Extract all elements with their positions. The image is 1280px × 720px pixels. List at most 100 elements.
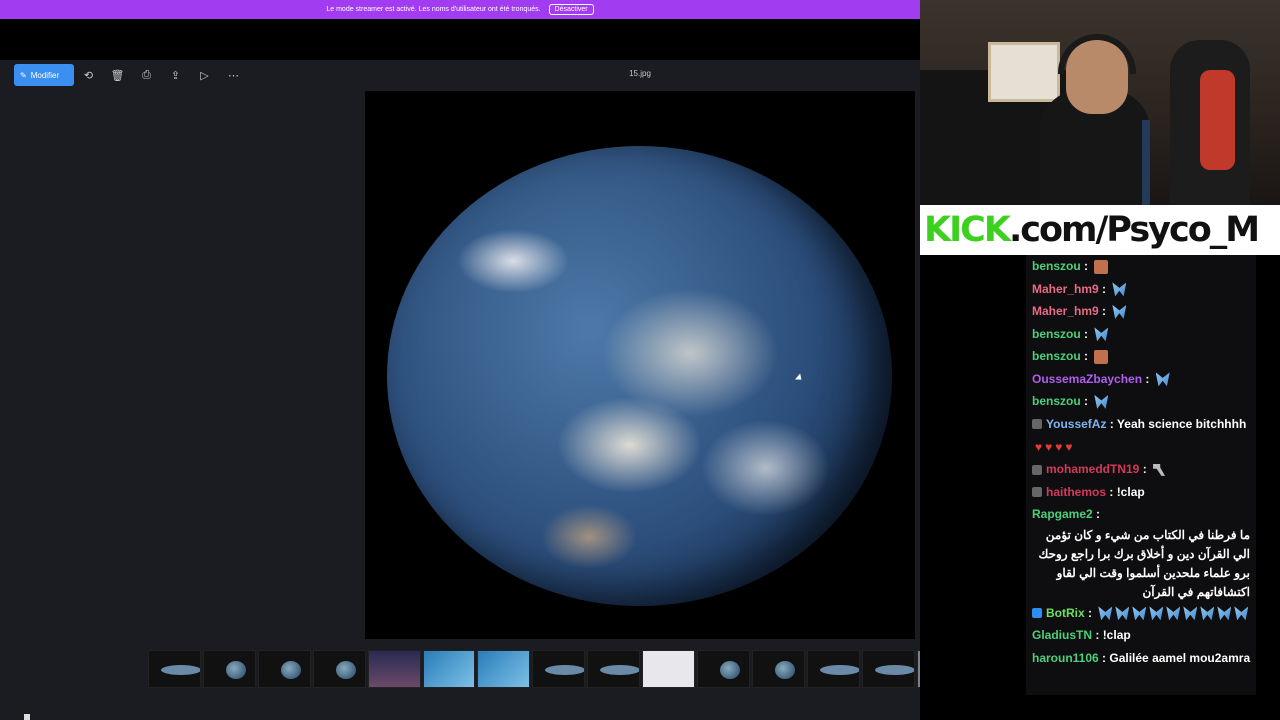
more-icon[interactable]: ⋯: [219, 64, 248, 86]
chat-message: haroun1106 : Galilée aamel mou2amra: [1032, 647, 1250, 670]
box-emote-icon: [1094, 259, 1109, 274]
chat-username[interactable]: benszou: [1032, 259, 1081, 273]
main-photo[interactable]: [365, 91, 915, 639]
chat-message: benszou :: [1032, 323, 1250, 346]
butterfly-emote-icon: [1098, 606, 1113, 621]
chat-text: Yeah science bitchhhh: [1116, 416, 1247, 431]
chat-message: YoussefAz : Yeah science bitchhhh: [1032, 413, 1250, 436]
status-bar: [0, 712, 920, 720]
butterfly-emote-icon: [1094, 394, 1109, 409]
trash-icon[interactable]: 🗑: [103, 64, 132, 86]
user-badge-icon: [1032, 487, 1042, 498]
chat-separator: :: [1080, 349, 1092, 363]
file-name: 15.jpg: [629, 69, 651, 78]
butterfly-emote-icon: [1115, 606, 1130, 621]
filmstrip-thumbnail[interactable]: [751, 650, 805, 688]
chat-username[interactable]: OussemaZbaychen: [1032, 372, 1142, 386]
butterfly-emote-icon: [1132, 606, 1147, 621]
butterfly-emote-icon: [1112, 304, 1127, 319]
chat-username[interactable]: Maher_hm9: [1032, 282, 1099, 296]
chat-username[interactable]: benszou: [1032, 349, 1081, 363]
butterfly-emote-icon: [1094, 327, 1109, 342]
chat-list[interactable]: benszou : Maher_hm9 : Maher_hm9 : benszo…: [1026, 255, 1256, 695]
streamer-mode-banner: Le mode streamer est activé. Les noms d'…: [0, 0, 920, 19]
filmstrip-thumbnail[interactable]: [697, 650, 750, 688]
slideshow-icon[interactable]: ▷: [190, 64, 219, 86]
butterfly-emote-icon: [1234, 606, 1249, 621]
chat-message: mohameddTN19 :: [1032, 458, 1250, 481]
chat-message: Maher_hm9 :: [1032, 300, 1250, 323]
webcam-feed: [920, 0, 1280, 205]
filmstrip-thumbnail[interactable]: [587, 650, 641, 688]
photo-viewer: ✎ Modifier ⟲ 🗑 ⎙ ⇪ ▷ ⋯ 15.jpg mela: [0, 60, 1134, 720]
streamer-mode-text: Le mode streamer est activé. Les noms d'…: [326, 6, 541, 13]
chat-message: OussemaZbaychen :: [1032, 368, 1250, 391]
chat-message: GladiusTN : !clap: [1032, 624, 1250, 647]
chat-separator: :: [1098, 304, 1110, 318]
chat-username[interactable]: benszou: [1032, 394, 1081, 408]
disable-streamer-mode-button[interactable]: Désactiver: [548, 4, 594, 15]
heart-icon: ♥: [1045, 439, 1053, 454]
filmstrip-thumbnail[interactable]: [861, 650, 915, 688]
kick-channel-banner: KICK.com/Psyco_M: [920, 205, 1280, 255]
chat-separator: :: [1080, 259, 1092, 273]
edit-button[interactable]: ✎ Modifier: [14, 64, 74, 86]
chat-username[interactable]: Rapgame2: [1032, 507, 1093, 521]
chat-separator: :: [1142, 371, 1153, 386]
chat-separator: :: [1092, 507, 1101, 522]
filmstrip-thumbnail[interactable]: [532, 650, 586, 688]
chat-text: !clap: [1102, 628, 1131, 643]
chat-separator: :: [1092, 628, 1103, 643]
filmstrip-thumbnail[interactable]: [642, 650, 696, 688]
chat-message: Rapgame2 : ما فرطنا في الكتاب من شيء و ك…: [1032, 503, 1250, 602]
heart-icon: ♥: [1065, 439, 1073, 454]
headset-icon: [1058, 34, 1136, 74]
gaming-chair-accent: [1200, 70, 1235, 170]
filmstrip-thumbnail[interactable]: [312, 650, 366, 688]
chat-username[interactable]: BotRix: [1046, 606, 1085, 620]
butterfly-emote-icon: [1155, 372, 1170, 387]
chat-message: benszou :: [1032, 255, 1250, 278]
chat-username[interactable]: Maher_hm9: [1032, 304, 1099, 318]
viewer-toolbar: ✎ Modifier ⟲ 🗑 ⎙ ⇪ ▷ ⋯ 15.jpg: [0, 60, 920, 90]
stop-icon[interactable]: [24, 714, 30, 720]
filmstrip-thumbnail[interactable]: [422, 650, 476, 688]
chat-username[interactable]: YoussefAz: [1046, 417, 1106, 431]
filmstrip-thumbnail[interactable]: [202, 650, 256, 688]
earth-image: [387, 146, 892, 606]
hammer-emote-icon: [1153, 463, 1166, 476]
filmstrip-thumbnail[interactable]: [148, 650, 201, 688]
box-emote-icon: [1094, 349, 1109, 364]
filmstrip-thumbnail[interactable]: [367, 650, 421, 688]
chat-username[interactable]: mohameddTN19: [1046, 462, 1139, 476]
butterfly-emote-icon: [1200, 606, 1215, 621]
chat-separator: :: [1098, 281, 1110, 296]
share-icon[interactable]: ⇪: [161, 64, 190, 86]
chat-separator: :: [1080, 394, 1092, 408]
filmstrip-thumbnail[interactable]: [806, 650, 860, 688]
heart-icon: ♥: [1055, 439, 1063, 454]
chat-username[interactable]: haroun1106: [1032, 651, 1099, 665]
chat-username[interactable]: haithemos: [1046, 485, 1106, 499]
butterfly-emote-icon: [1217, 606, 1232, 621]
chat-separator: :: [1080, 326, 1092, 341]
chat-message: BotRix :: [1032, 602, 1250, 625]
pencil-icon: ✎: [20, 70, 27, 80]
butterfly-emote-icon: [1183, 606, 1198, 621]
filmstrip-thumbnail[interactable]: [477, 650, 531, 688]
rotate-icon[interactable]: ⟲: [74, 64, 103, 86]
filmstrip-thumbnail[interactable]: [257, 650, 311, 688]
chat-panel: benszou : Maher_hm9 : Maher_hm9 : benszo…: [920, 255, 1280, 720]
chat-message: benszou :: [1032, 390, 1250, 413]
chat-text: !clap: [1116, 484, 1145, 499]
chat-text: Galilée aamel mou2amra: [1109, 650, 1251, 665]
chat-username[interactable]: benszou: [1032, 327, 1081, 341]
window-gap: [0, 19, 920, 60]
kick-url: KICK.com/Psyco_M: [924, 210, 1260, 250]
chat-separator: :: [1098, 650, 1110, 665]
chat-username[interactable]: GladiusTN: [1032, 628, 1092, 642]
chat-separator: :: [1139, 462, 1151, 477]
print-icon[interactable]: ⎙: [132, 64, 161, 86]
user-badge-icon: [1032, 608, 1042, 619]
chat-separator: :: [1106, 484, 1117, 499]
